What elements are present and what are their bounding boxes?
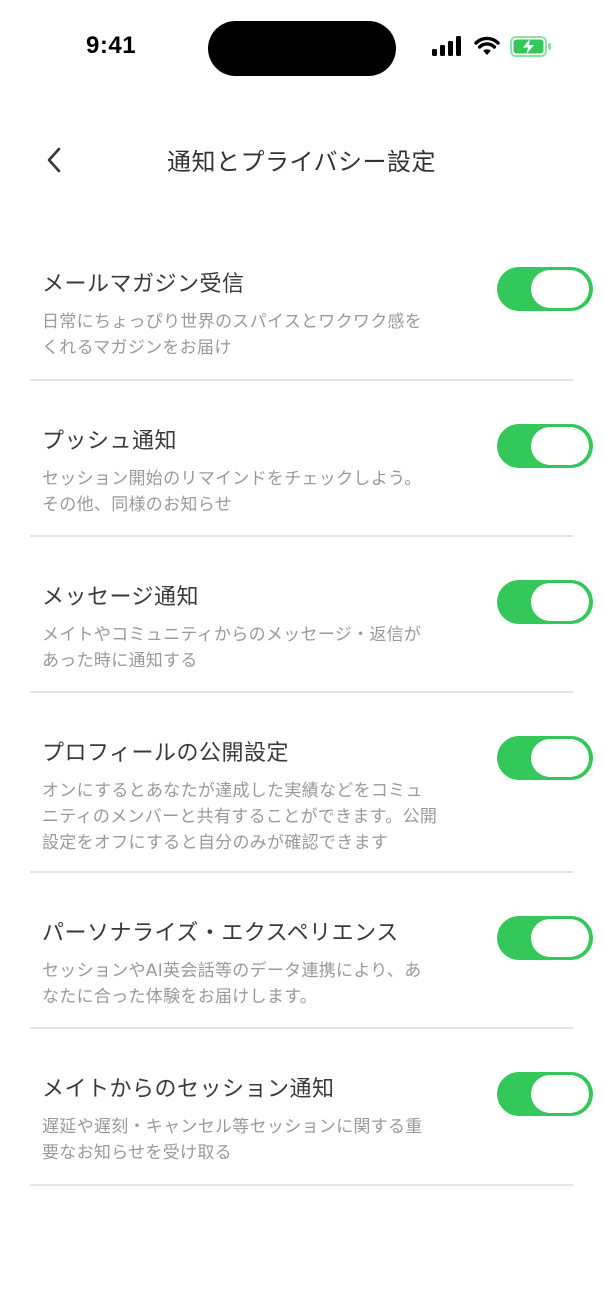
setting-title: プロフィールの公開設定 xyxy=(42,741,290,766)
setting-title: メイトからのセッション通知 xyxy=(42,1077,335,1102)
setting-description: オンにするとあなたが達成した実績などをコミュ ニティのメンバーと共有することがで… xyxy=(42,778,487,856)
description-line: 要なお知らせを受け取る xyxy=(42,1143,232,1163)
setting-row-push-notification: プッシュ通知 セッション開始のリマインドをチェックしよう。 その他、同様のお知ら… xyxy=(0,381,603,537)
setting-text: メイトからのセッション通知 遅延や遅刻・キャンセル等セッションに関する重 要なお… xyxy=(42,1075,492,1166)
mate-session-notification-toggle[interactable] xyxy=(497,1072,593,1116)
description-line: くれるマガジンをお届け xyxy=(42,338,232,358)
description-line: なたに合った体験をお届けします。 xyxy=(42,987,318,1007)
setting-description: 遅延や遅刻・キャンセル等セッションに関する重 要なお知らせを受け取る xyxy=(42,1114,487,1166)
toggle-knob xyxy=(531,1075,589,1113)
description-line: あった時に通知する xyxy=(42,651,198,671)
push-notification-toggle[interactable] xyxy=(497,424,593,468)
settings-list: メールマガジン受信 日常にちょっぴり世界のスパイスとワクワク感を くれるマガジン… xyxy=(0,224,603,1186)
status-time: 9:41 xyxy=(86,32,137,59)
status-icons xyxy=(432,36,552,62)
description-line: セッション開始のリマインドをチェックしよう。 xyxy=(42,469,422,489)
navigation-bar: 通知とプライバシー設定 xyxy=(0,126,603,190)
message-notification-toggle[interactable] xyxy=(497,580,593,624)
page-title: 通知とプライバシー設定 xyxy=(166,148,437,176)
newsletter-toggle[interactable] xyxy=(497,267,593,311)
setting-row-mate-session-notification: メイトからのセッション通知 遅延や遅刻・キャンセル等セッションに関する重 要なお… xyxy=(0,1029,603,1186)
toggle-knob xyxy=(531,919,589,957)
description-line: 設定をオフにすると自分のみが確認できます xyxy=(42,833,389,853)
toggle-knob xyxy=(531,427,589,465)
dynamic-island xyxy=(208,21,396,76)
setting-description: セッション開始のリマインドをチェックしよう。 その他、同様のお知らせ xyxy=(42,466,487,518)
divider xyxy=(30,1184,573,1186)
status-bar: 9:41 xyxy=(0,0,603,96)
setting-text: プロフィールの公開設定 オンにするとあなたが達成した実績などをコミュ ニティのメ… xyxy=(42,739,492,856)
description-line: 遅延や遅刻・キャンセル等セッションに関する重 xyxy=(42,1117,423,1137)
toggle-knob xyxy=(531,270,589,308)
setting-text: パーソナライズ・エクスペリエンス セッションやAI英会話等のデータ連携により、あ… xyxy=(42,919,492,1010)
description-line: セッションやAI英会話等のデータ連携により、あ xyxy=(42,961,422,981)
toggle-knob xyxy=(531,583,589,621)
setting-title: メールマガジン受信 xyxy=(42,272,245,297)
setting-text: メールマガジン受信 日常にちょっぴり世界のスパイスとワクワク感を くれるマガジン… xyxy=(42,270,492,361)
setting-text: プッシュ通知 セッション開始のリマインドをチェックしよう。 その他、同様のお知ら… xyxy=(42,427,492,518)
setting-row-message-notification: メッセージ通知 メイトやコミュニティからのメッセージ・返信が あった時に通知する xyxy=(0,537,603,693)
description-line: 日常にちょっぴり世界のスパイスとワクワク感を xyxy=(42,312,423,332)
personalized-experience-toggle[interactable] xyxy=(497,916,593,960)
description-line: その他、同様のお知らせ xyxy=(42,495,232,515)
setting-description: 日常にちょっぴり世界のスパイスとワクワク感を くれるマガジンをお届け xyxy=(42,309,487,361)
profile-visibility-toggle[interactable] xyxy=(497,736,593,780)
setting-text: メッセージ通知 メイトやコミュニティからのメッセージ・返信が あった時に通知する xyxy=(42,583,492,674)
setting-description: メイトやコミュニティからのメッセージ・返信が あった時に通知する xyxy=(42,622,487,674)
setting-description: セッションやAI英会話等のデータ連携により、あ なたに合った体験をお届けします。 xyxy=(42,958,487,1010)
toggle-knob xyxy=(531,739,589,777)
description-line: ニティのメンバーと共有することができます。公開 xyxy=(42,807,438,827)
description-line: オンにするとあなたが達成した実績などをコミュ xyxy=(42,781,423,801)
setting-row-personalized-experience: パーソナライズ・エクスペリエンス セッションやAI英会話等のデータ連携により、あ… xyxy=(0,873,603,1029)
battery-charging-icon xyxy=(510,36,551,57)
setting-title: パーソナライズ・エクスペリエンス xyxy=(42,921,399,946)
setting-title: プッシュ通知 xyxy=(42,429,178,454)
setting-title: メッセージ通知 xyxy=(42,585,200,610)
setting-row-newsletter: メールマガジン受信 日常にちょっぴり世界のスパイスとワクワク感を くれるマガジン… xyxy=(0,224,603,381)
setting-row-profile-visibility: プロフィールの公開設定 オンにするとあなたが達成した実績などをコミュ ニティのメ… xyxy=(0,693,603,873)
signal-icon xyxy=(432,36,461,56)
description-line: メイトやコミュニティからのメッセージ・返信が xyxy=(42,625,422,645)
wifi-icon xyxy=(474,36,500,55)
